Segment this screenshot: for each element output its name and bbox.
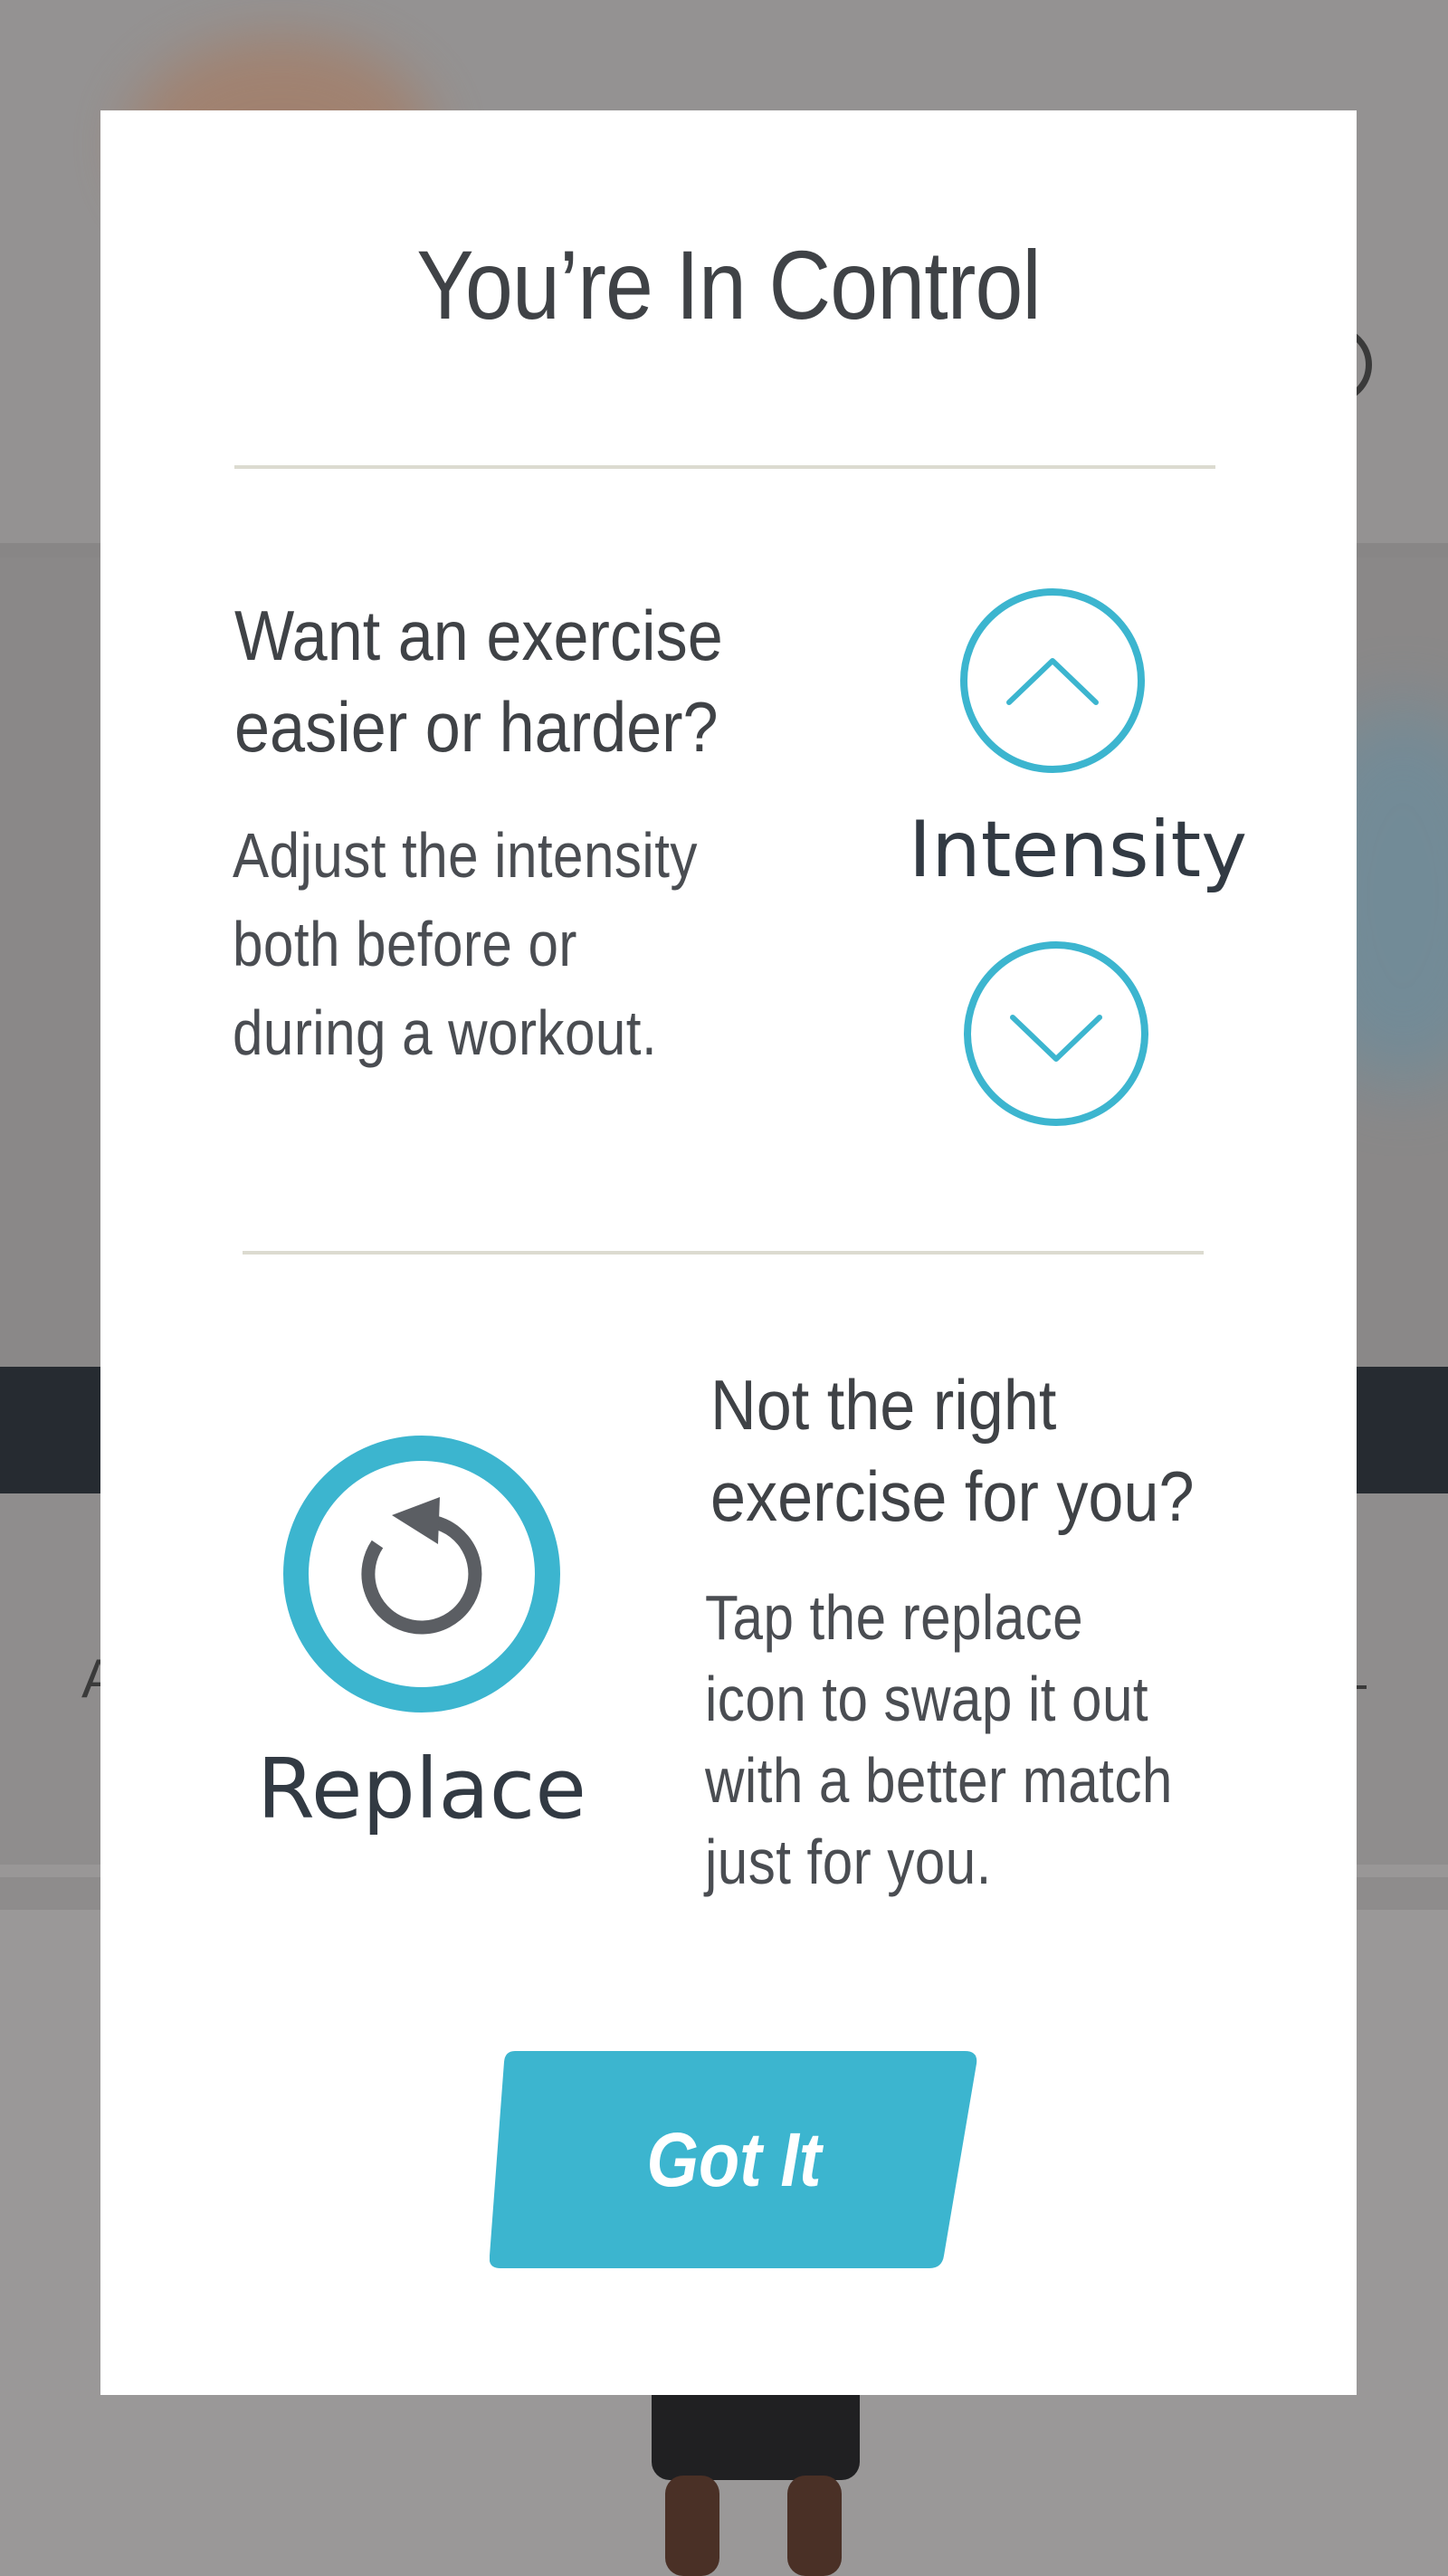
replace-description-line: icon to swap it out	[705, 1664, 1149, 1734]
intensity-heading: Want an exercise easier or harder?	[234, 590, 805, 773]
divider	[243, 1251, 1204, 1255]
intensity-heading-line: Want an exercise	[234, 596, 723, 675]
intensity-down-button[interactable]	[964, 941, 1148, 1126]
intensity-description-line: Adjust the intensity	[233, 820, 698, 891]
replace-heading-line: Not the right	[710, 1365, 1057, 1445]
modal-title: You’re In Control	[416, 230, 1041, 339]
got-it-button-label: Got It	[646, 2116, 822, 2202]
replace-description-line: just for you.	[705, 1827, 992, 1897]
intensity-up-button[interactable]	[960, 588, 1145, 773]
replace-description-line: Tap the replace	[705, 1582, 1084, 1653]
got-it-button[interactable]: Got It	[490, 2051, 978, 2268]
intensity-description-line: both before or	[233, 909, 577, 979]
replace-description-line: with a better match	[705, 1745, 1173, 1816]
background-person-leg	[787, 2476, 842, 2576]
background-person	[652, 2380, 860, 2480]
replace-heading-line: exercise for you?	[710, 1456, 1195, 1536]
background-person-leg	[665, 2476, 719, 2576]
replace-description: Tap the replace icon to swap it out with…	[705, 1577, 1297, 1903]
replace-button[interactable]	[283, 1436, 560, 1713]
replace-label: Replace	[257, 1741, 586, 1837]
replace-icon	[361, 1497, 482, 1635]
chevron-up-icon	[1006, 658, 1099, 705]
intensity-description: Adjust the intensity both before or duri…	[233, 811, 793, 1077]
chevron-down-icon	[1010, 1015, 1102, 1062]
control-tips-modal: You’re In Control Want an exercise easie…	[100, 110, 1357, 2395]
replace-heading: Not the right exercise for you?	[710, 1360, 1329, 1542]
intensity-label: Intensity	[908, 805, 1248, 895]
intensity-heading-line: easier or harder?	[234, 687, 719, 767]
intensity-description-line: during a workout.	[233, 997, 658, 1068]
divider	[234, 465, 1215, 469]
